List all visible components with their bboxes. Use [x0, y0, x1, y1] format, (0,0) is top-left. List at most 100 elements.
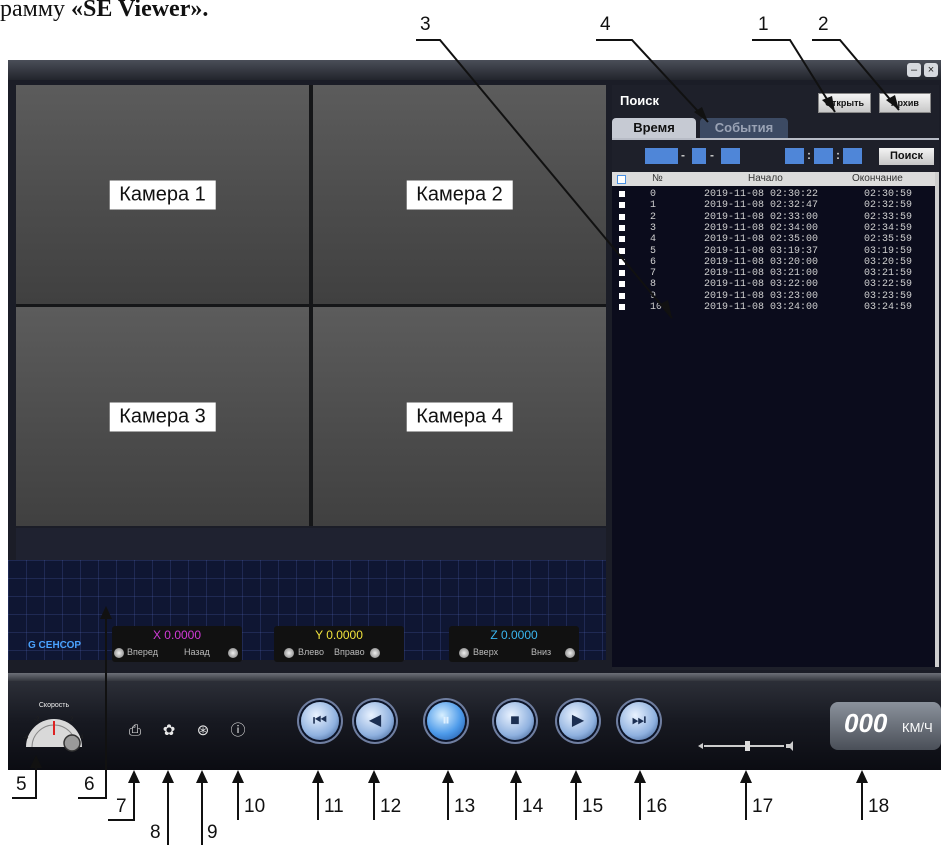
camera-grid: Камера 1 Камера 2 Камера 3 Камера 4: [16, 85, 606, 526]
pause-icon: ⏸: [441, 712, 450, 729]
row-checkbox[interactable]: [619, 191, 625, 197]
row-number: 4: [650, 234, 657, 246]
list-item[interactable]: 4 2019-11-08 02:35:00 02:35:59: [612, 234, 935, 245]
time-hour-field[interactable]: [785, 148, 804, 164]
stop-button[interactable]: ■: [496, 702, 534, 740]
list-item[interactable]: 1 2019-11-08 02:32:47 02:32:59: [612, 200, 935, 211]
callout-2: 2: [818, 14, 829, 35]
list-item[interactable]: 8 2019-11-08 03:22:00 03:22:59: [612, 279, 935, 290]
callout-4: 4: [600, 14, 611, 35]
row-checkbox[interactable]: [619, 281, 625, 288]
gsensor-x-value: X 0.0000: [152, 628, 202, 642]
list-item[interactable]: 9 2019-11-08 03:23:00 03:23:59: [612, 291, 935, 302]
volume-handle[interactable]: [745, 741, 750, 751]
time-second-field[interactable]: [843, 148, 862, 164]
row-checkbox[interactable]: [619, 304, 625, 310]
camera-label: Камера 2: [406, 180, 513, 209]
gsensor-z-value: Z 0.0000: [490, 628, 538, 642]
column-number: №: [652, 173, 663, 184]
select-all-checkbox[interactable]: [617, 175, 626, 184]
play-button[interactable]: ▶: [559, 702, 597, 740]
row-number: 7: [650, 268, 657, 280]
list-item[interactable]: 10 2019-11-08 03:24:00 03:24:59: [612, 302, 935, 313]
title-bar: [8, 60, 941, 80]
speed-unit: КМ/Ч: [902, 720, 933, 735]
callout-12: 12: [380, 796, 402, 817]
column-start: Начало: [748, 173, 783, 184]
speed-tick: -4: [23, 735, 29, 741]
row-checkbox[interactable]: [619, 224, 625, 231]
row-checkbox[interactable]: [619, 213, 625, 220]
row-number: 3: [650, 222, 657, 234]
gsensor-y-value: Y 0.0000: [315, 628, 363, 642]
row-checkbox[interactable]: [619, 258, 625, 265]
camera-view-3[interactable]: Камера 3: [16, 307, 309, 526]
skip-back-icon: ⏮: [312, 712, 328, 729]
row-start: 2019-11-08 02:35:00: [704, 234, 819, 246]
date-separator: -: [710, 148, 714, 162]
z-up-indicator-icon: [459, 648, 469, 658]
date-day-field[interactable]: [721, 148, 740, 164]
skip-forward-button[interactable]: ⏭: [620, 702, 658, 740]
date-year-field[interactable]: [645, 148, 678, 164]
speed-tick: 2: [70, 717, 74, 723]
tab-time[interactable]: Время: [612, 118, 696, 138]
skip-back-button[interactable]: ⏮: [301, 702, 339, 740]
row-checkbox[interactable]: [619, 247, 625, 254]
list-scrollbar[interactable]: [935, 172, 939, 667]
row-start: 2019-11-08 03:24:00: [704, 302, 819, 313]
camera-label: Камера 1: [109, 180, 216, 209]
print-icon[interactable]: ⎙: [126, 722, 144, 740]
speedometer-display: 000 КМ/Ч: [830, 702, 941, 750]
camera-view-4[interactable]: Камера 4: [313, 307, 606, 526]
speed-dial-label: Скорость: [39, 702, 70, 709]
info-icon[interactable]: ⓘ: [229, 722, 247, 740]
tab-events[interactable]: События: [700, 118, 788, 138]
row-checkbox[interactable]: [619, 292, 625, 299]
playback-speed-dial[interactable]: Скорость -4 -2 2 4: [22, 695, 86, 753]
time-minute-field[interactable]: [814, 148, 833, 164]
open-button[interactable]: Открыть: [818, 93, 871, 113]
camera-view-1[interactable]: Камера 1: [16, 85, 309, 304]
camera-view-2[interactable]: Камера 2: [313, 85, 606, 304]
step-back-button[interactable]: ◀: [356, 702, 394, 740]
list-item[interactable]: 5 2019-11-08 03:19:37 03:19:59: [612, 246, 935, 257]
volume-slider[interactable]: [698, 740, 794, 752]
search-button[interactable]: Поиск: [879, 148, 934, 165]
stop-icon: ■: [510, 712, 520, 729]
row-end: 03:20:59: [864, 256, 913, 268]
callout-15: 15: [582, 796, 604, 817]
list-item[interactable]: 6 2019-11-08 03:20:00 03:20:59: [612, 257, 935, 268]
film-reel-icon[interactable]: ⊛: [194, 722, 212, 740]
callout-14: 14: [522, 796, 544, 817]
pause-button[interactable]: ⏸: [427, 702, 465, 740]
z-down-label: Вниз: [531, 647, 552, 657]
row-start: 2019-11-08 02:32:47: [704, 200, 819, 212]
record-list[interactable]: № Начало Окончание 0 2019-11-08 02:30:22 0…: [612, 172, 935, 667]
date-month-field[interactable]: [692, 148, 706, 164]
x-back-indicator-icon: [228, 648, 238, 658]
row-number: 6: [650, 256, 657, 268]
speed-value: 000: [844, 708, 888, 738]
callout-9: 9: [207, 822, 218, 843]
speed-tick: -2: [34, 717, 40, 723]
row-checkbox[interactable]: [619, 202, 625, 209]
list-item[interactable]: 2 2019-11-08 02:33:00 02:33:59: [612, 212, 935, 223]
x-forward-indicator-icon: [114, 648, 124, 658]
x-forward-label: Вперед: [127, 647, 158, 657]
list-item[interactable]: 3 2019-11-08 02:34:00 02:34:59: [612, 223, 935, 234]
row-start: 2019-11-08 02:30:22: [704, 189, 819, 200]
gsensor-z-panel: Z 0.0000 Вверх Вниз: [449, 626, 579, 662]
archive-button[interactable]: Архив: [879, 93, 931, 113]
tab-underline: [612, 138, 939, 140]
row-checkbox[interactable]: [619, 236, 625, 243]
minimize-button[interactable]: –: [907, 63, 921, 77]
row-checkbox[interactable]: [619, 270, 625, 277]
row-number: 10: [650, 302, 663, 313]
list-item[interactable]: 7 2019-11-08 03:21:00 03:21:59: [612, 268, 935, 279]
time-separator: :: [836, 148, 840, 162]
close-button[interactable]: ×: [924, 63, 938, 77]
callout-13: 13: [454, 796, 476, 817]
gear-icon[interactable]: ✿: [160, 722, 178, 740]
list-item[interactable]: 0 2019-11-08 02:30:22 02:30:59: [612, 189, 935, 200]
